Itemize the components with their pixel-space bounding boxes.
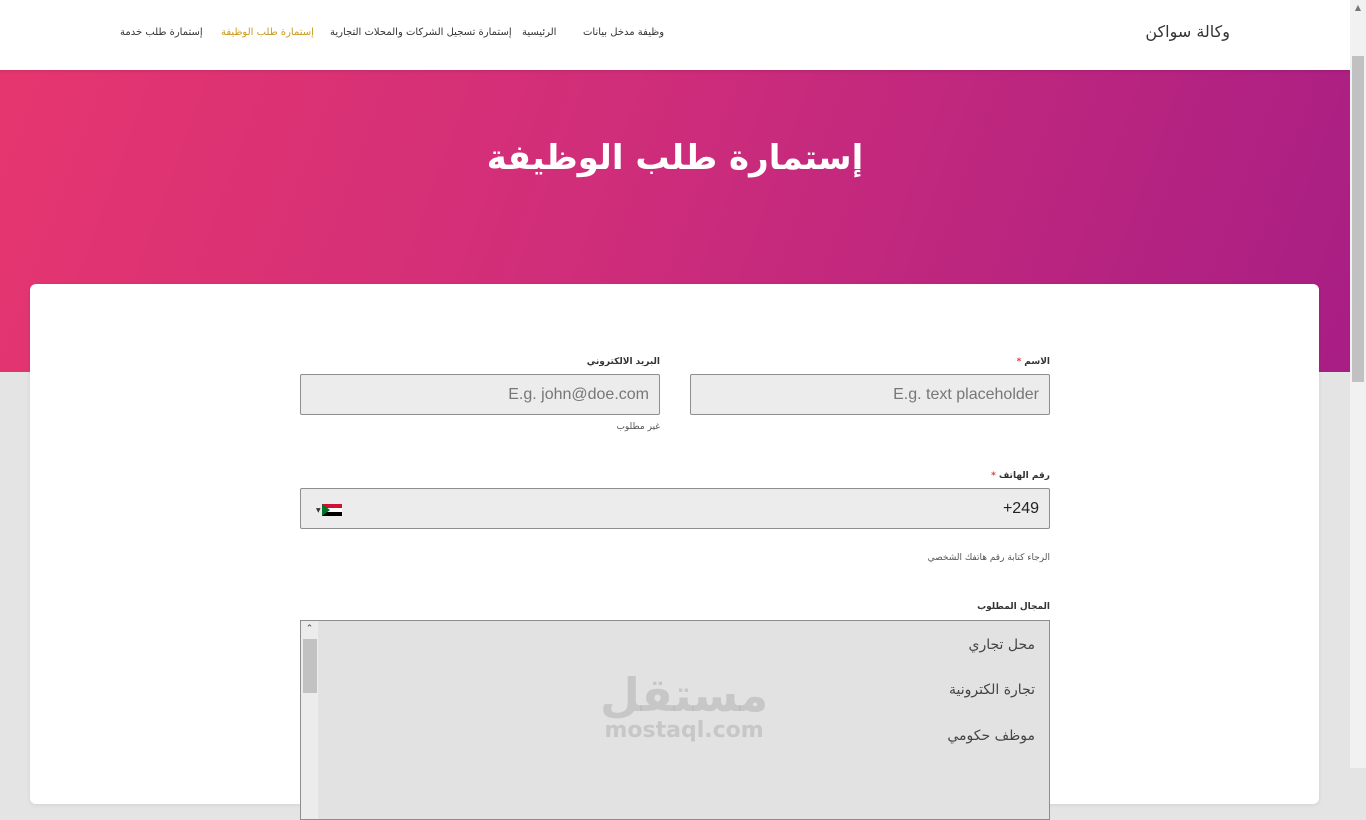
sudan-flag-icon: [322, 504, 342, 516]
phone-label: رقم الهاتف*: [991, 471, 1050, 481]
nav-link-job-application-form[interactable]: إستمارة طلب الوظيفة: [221, 27, 314, 38]
email-input[interactable]: [300, 374, 660, 415]
listbox-scrollbar[interactable]: ⌃: [301, 621, 318, 819]
required-mark: *: [1016, 357, 1022, 367]
nav-link-home[interactable]: الرئيسية: [522, 27, 556, 38]
field-option[interactable]: تجارة الكترونية: [949, 682, 1035, 698]
field-label: المجال المطلوب: [977, 602, 1050, 612]
field-option[interactable]: محل تجاري: [968, 637, 1035, 653]
nav-link-data-entry-job[interactable]: وظيفة مدخل بيانات: [583, 27, 664, 38]
required-mark: *: [991, 471, 996, 481]
country-flag-dropdown[interactable]: ▼: [316, 504, 346, 516]
phone-input[interactable]: +249 ▼: [300, 488, 1050, 529]
nav-link-service-request-form[interactable]: إستمارة طلب خدمة: [120, 27, 203, 38]
name-label: الاسم*: [1016, 357, 1050, 367]
name-input[interactable]: [690, 374, 1050, 415]
phone-help-text: الرجاء كتابة رقم هاتفك الشخصي: [927, 553, 1050, 563]
nav-link-company-registration-form[interactable]: إستمارة تسجيل الشركات والمحلات التجارية: [330, 27, 512, 38]
brand-logo-text[interactable]: وكالة سواكن: [1145, 22, 1230, 41]
scroll-thumb[interactable]: [1352, 56, 1364, 382]
page-title: إستمارة طلب الوظيفة: [486, 138, 864, 178]
page-scrollbar[interactable]: ▲: [1350, 0, 1366, 768]
listbox-scroll-up-icon[interactable]: ⌃: [301, 621, 318, 637]
caret-down-icon: ▼: [316, 507, 321, 514]
field-listbox[interactable]: ⌃ محل تجاري تجارة الكترونية موظف حكومي: [300, 620, 1050, 820]
listbox-scroll-thumb[interactable]: [303, 639, 317, 693]
form-card: الاسم* البريد الالكتروني غير مطلوب رقم ا…: [30, 284, 1319, 820]
field-option[interactable]: موظف حكومي: [947, 728, 1035, 744]
scroll-up-arrow-icon[interactable]: ▲: [1350, 0, 1366, 16]
email-help-text: غير مطلوب: [616, 422, 660, 432]
email-label: البريد الالكتروني: [586, 357, 660, 367]
top-navbar: وكالة سواكن وظيفة مدخل بيانات الرئيسية إ…: [0, 0, 1350, 70]
phone-value: +249: [1002, 500, 1039, 517]
